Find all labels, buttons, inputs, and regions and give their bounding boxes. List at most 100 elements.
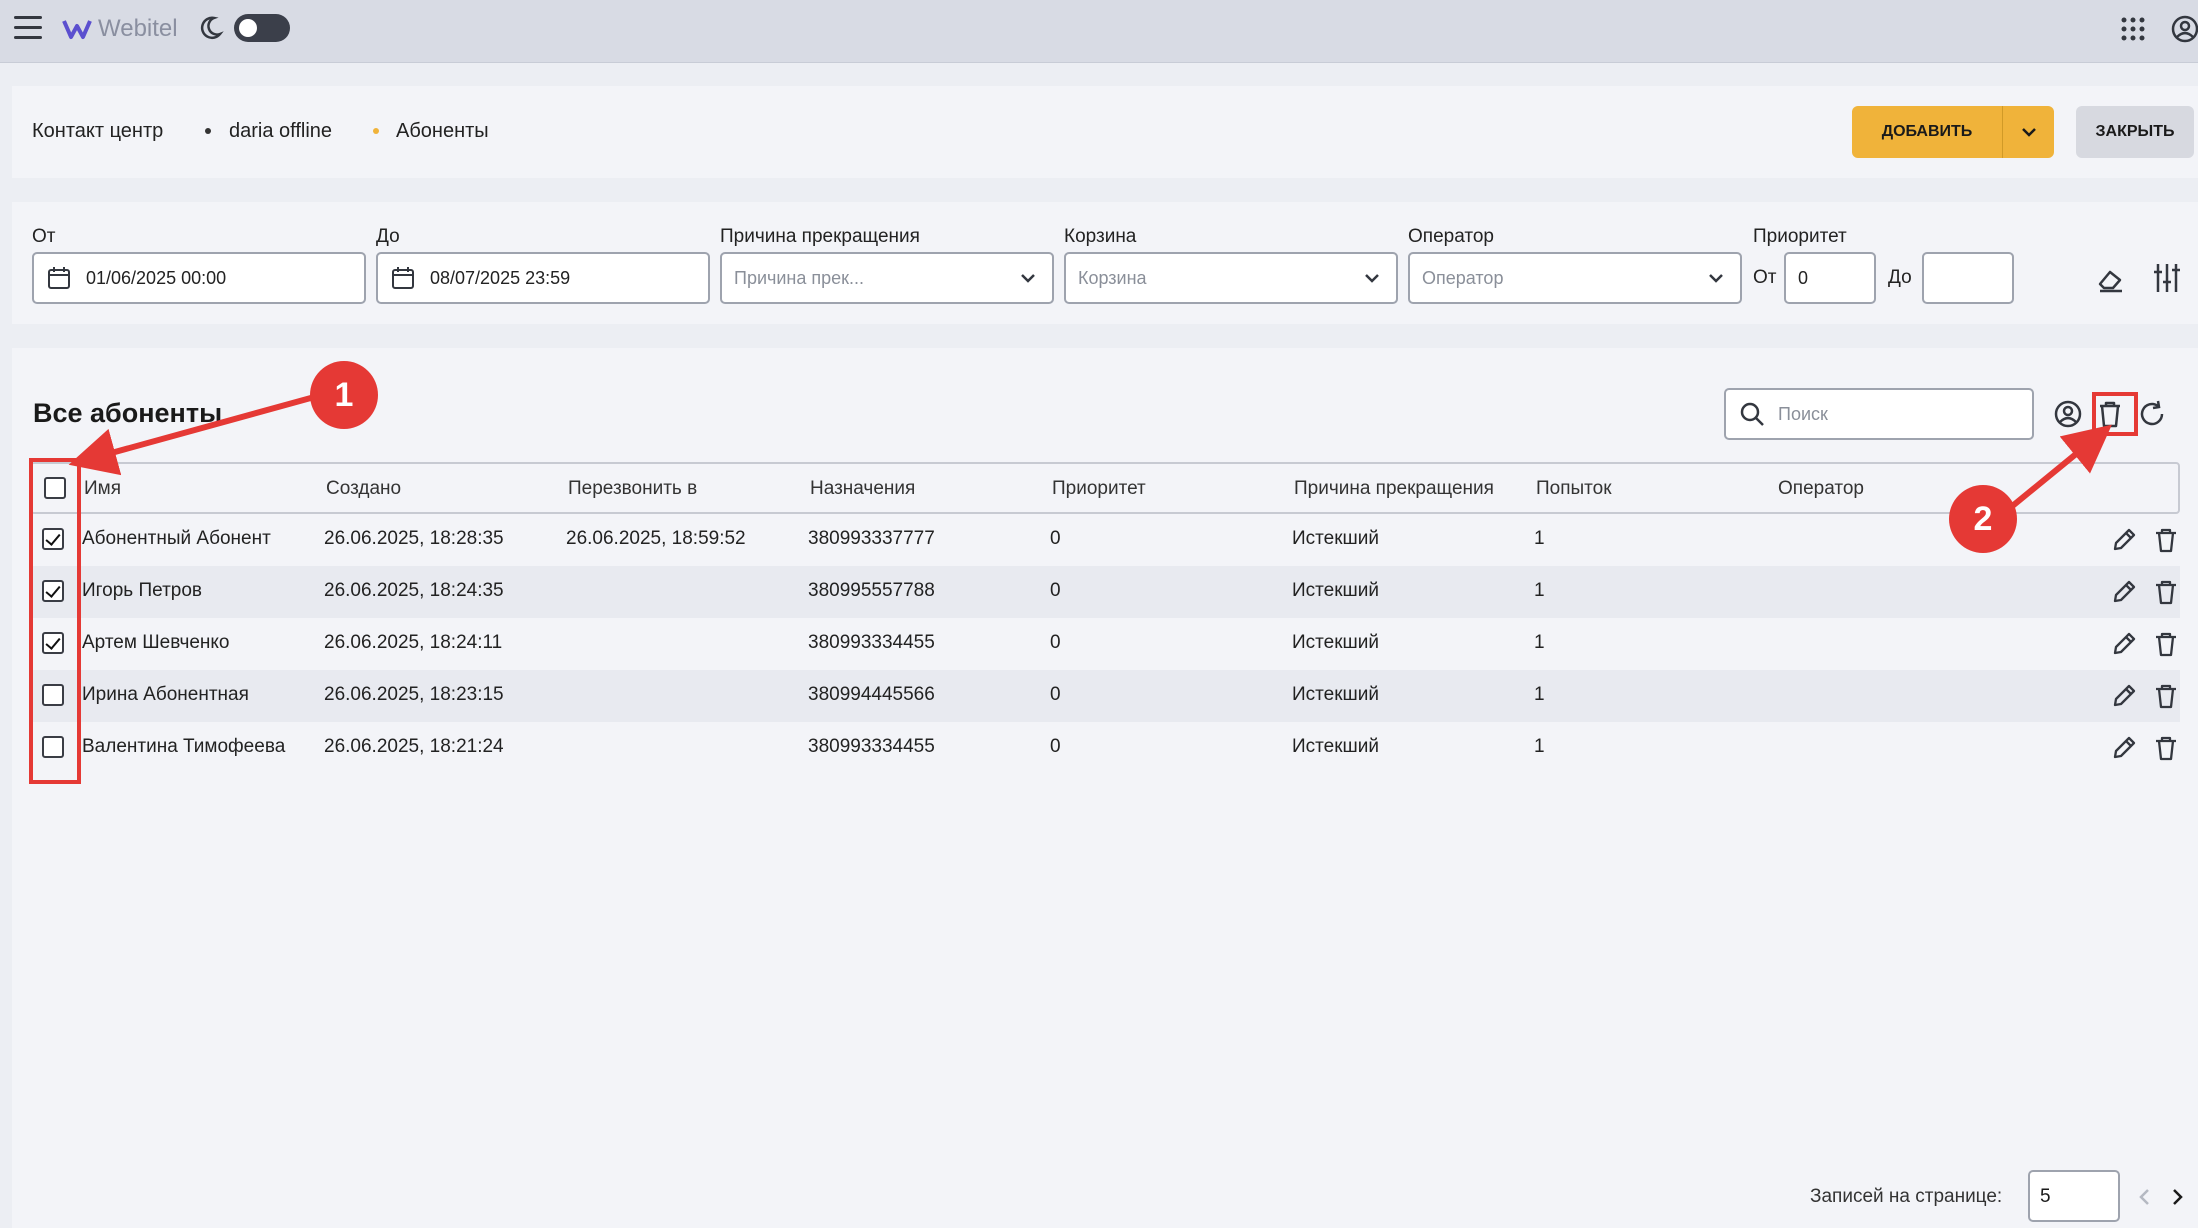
breadcrumb-item-current: Абоненты	[396, 120, 489, 142]
cell-attempts: 1	[1534, 632, 1545, 653]
filter-priority-from-value: 0	[1798, 267, 1809, 288]
trash-icon[interactable]	[2152, 682, 2180, 710]
pencil-icon[interactable]	[2110, 734, 2138, 762]
sliders-icon[interactable]	[2152, 262, 2182, 294]
app-logo[interactable]: Webitel	[62, 12, 178, 46]
search-placeholder: Поиск	[1778, 403, 1828, 424]
filter-to-input[interactable]: 08/07/2025 23:59	[376, 252, 710, 304]
user-circle-icon[interactable]	[2052, 398, 2084, 430]
cell-destination: 380993334455	[808, 736, 935, 757]
filter-operator-placeholder: Оператор	[1422, 267, 1504, 288]
chevron-down-icon	[1365, 274, 1379, 283]
filter-from-input[interactable]: 01/06/2025 00:00	[32, 252, 366, 304]
cell-priority: 0	[1050, 580, 1061, 601]
cell-destination: 380993337777	[808, 528, 935, 549]
cell-attempts: 1	[1534, 736, 1545, 757]
search-icon	[1740, 402, 1764, 426]
search-input[interactable]: Поиск	[1724, 388, 2034, 440]
cell-created: 26.06.2025, 18:24:35	[324, 580, 504, 601]
cell-attempts: 1	[1534, 528, 1545, 549]
annotation-badge-2: 2	[1949, 485, 2017, 553]
cell-name: Артем Шевченко	[82, 632, 230, 653]
add-dropdown-button[interactable]	[2002, 106, 2054, 158]
cell-reason: Истекший	[1292, 632, 1379, 653]
cell-created: 26.06.2025, 18:23:15	[324, 684, 504, 705]
account-icon[interactable]	[2170, 14, 2198, 44]
chevron-down-icon	[1709, 274, 1723, 283]
table-row[interactable]: Абонентный Абонент 26.06.2025, 18:28:35 26…	[30, 514, 2180, 566]
cell-destination: 380995557788	[808, 580, 935, 601]
chevron-left-icon[interactable]	[2136, 1186, 2154, 1208]
column-header-created[interactable]: Создано	[326, 478, 401, 500]
column-header-attempts[interactable]: Попыток	[1536, 478, 1612, 500]
menu-icon[interactable]	[14, 16, 42, 40]
pencil-icon[interactable]	[2110, 682, 2138, 710]
calendar-icon	[48, 267, 70, 289]
theme-toggle[interactable]	[234, 14, 290, 42]
breadcrumb-item-contact-center[interactable]: Контакт центр	[32, 120, 163, 143]
refresh-icon[interactable]	[2136, 398, 2168, 430]
chevron-right-icon[interactable]	[2168, 1186, 2186, 1208]
trash-icon[interactable]	[2152, 526, 2180, 554]
filter-reason-select[interactable]: Причина прек...	[720, 252, 1054, 304]
cell-name: Игорь Петров	[82, 580, 203, 601]
table-row[interactable]: Валентина Тимофеева 26.06.2025, 18:21:24 3…	[30, 722, 2180, 774]
filter-to-value: 08/07/2025 23:59	[430, 267, 571, 288]
column-header-name[interactable]: Имя	[84, 478, 121, 500]
rows-per-page-label: Записей на странице:	[1810, 1186, 2003, 1207]
pencil-icon[interactable]	[2110, 578, 2138, 606]
cell-name: Ирина Абонентная	[82, 684, 249, 705]
breadcrumb-item-queue[interactable]: daria offline	[229, 120, 332, 143]
pencil-icon[interactable]	[2110, 526, 2138, 554]
cell-name: Валентина Тимофеева	[82, 736, 286, 757]
filter-bucket-select[interactable]: Корзина	[1064, 252, 1398, 304]
cell-callback: 26.06.2025, 18:59:52	[566, 528, 746, 549]
table-row[interactable]: Игорь Петров 26.06.2025, 18:24:35 38099555…	[30, 566, 2180, 618]
cell-priority: 0	[1050, 736, 1061, 757]
filter-reason-label: Причина прекращения	[720, 226, 920, 247]
breadcrumb-bar: Контакт центр daria offline Абоненты ДОБ…	[12, 86, 2198, 178]
column-header-operator[interactable]: Оператор	[1778, 478, 1864, 500]
trash-icon[interactable]	[2152, 734, 2180, 762]
apps-icon[interactable]	[2120, 16, 2146, 42]
subscribers-panel: Все абоненты Поиск Имя Создано Перезвони…	[12, 348, 2198, 1228]
filter-bucket-placeholder: Корзина	[1078, 267, 1147, 288]
cell-created: 26.06.2025, 18:21:24	[324, 736, 504, 757]
eraser-icon[interactable]	[2096, 264, 2126, 294]
filter-priority-from-input[interactable]: 0	[1784, 252, 1876, 304]
cell-destination: 380994445566	[808, 684, 935, 705]
add-button[interactable]: ДОБАВИТЬ	[1852, 106, 2002, 158]
cell-attempts: 1	[1534, 580, 1545, 601]
logo-text: Webitel	[98, 15, 178, 42]
annotation-delete-highlight	[2092, 392, 2138, 436]
pencil-icon[interactable]	[2110, 630, 2138, 658]
filter-priority-to-input[interactable]	[1922, 252, 2014, 304]
moon-icon[interactable]	[196, 14, 224, 42]
column-header-priority[interactable]: Приоритет	[1052, 478, 1146, 500]
table-row[interactable]: Артем Шевченко 26.06.2025, 18:24:11 380993…	[30, 618, 2180, 670]
filters-bar: От 01/06/2025 00:00 До 08/07/2025 23:59 …	[12, 202, 2198, 324]
cell-reason: Истекший	[1292, 736, 1379, 757]
column-header-callback[interactable]: Перезвонить в	[568, 478, 697, 500]
trash-icon[interactable]	[2152, 630, 2180, 658]
table-title: Все абоненты	[33, 398, 223, 428]
breadcrumb-separator-active	[373, 128, 379, 134]
filter-operator-select[interactable]: Оператор	[1408, 252, 1742, 304]
table-row[interactable]: Ирина Абонентная 26.06.2025, 18:23:15 3809…	[30, 670, 2180, 722]
cell-created: 26.06.2025, 18:24:11	[324, 632, 503, 653]
cell-attempts: 1	[1534, 684, 1545, 705]
filter-from-label: От	[32, 226, 56, 247]
trash-icon[interactable]	[2152, 578, 2180, 606]
chevron-down-icon	[2021, 128, 2036, 137]
filter-from-value: 01/06/2025 00:00	[86, 267, 227, 288]
annotation-checkbox-highlight	[29, 458, 81, 784]
cell-reason: Истекший	[1292, 684, 1379, 705]
rows-per-page-input[interactable]: 5	[2028, 1170, 2120, 1222]
filter-priority-label: Приоритет	[1753, 226, 1847, 247]
cell-reason: Истекший	[1292, 528, 1379, 549]
close-button[interactable]: ЗАКРЫТЬ	[2076, 106, 2194, 158]
column-header-reason[interactable]: Причина прекращения	[1294, 478, 1494, 500]
calendar-icon	[392, 267, 414, 289]
column-header-destination[interactable]: Назначения	[810, 478, 915, 500]
chevron-down-icon	[1021, 274, 1035, 283]
